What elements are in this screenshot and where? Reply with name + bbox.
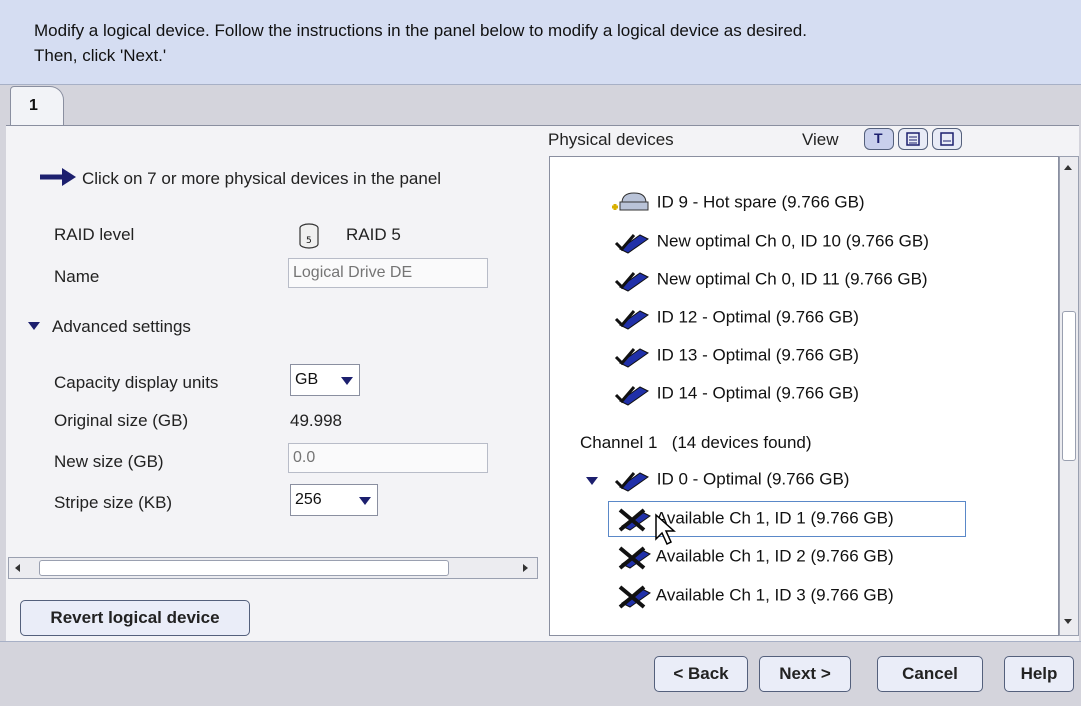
list-view-icon [906,132,920,146]
collapse-triangle-icon[interactable] [28,322,40,330]
revert-logical-device-button[interactable]: Revert logical device [20,600,250,636]
channel-device-count: (14 devices found) [671,433,812,452]
scroll-up-arrow-icon[interactable] [1064,165,1072,170]
new-size-label: New size (GB) [54,452,164,471]
capacity-units-select[interactable]: GB [290,364,360,396]
device-row[interactable]: Available Ch 1, ID 2 (9.766 GB) [616,544,894,570]
vertical-scroll-thumb[interactable] [1062,311,1076,461]
device-row[interactable]: ID 12 - Optimal (9.766 GB) [612,305,859,331]
hint-text: Click on 7 or more physical devices in t… [82,169,442,188]
view-detail-button[interactable] [932,128,962,150]
help-button[interactable]: Help [1004,656,1074,692]
device-label: ID 9 - Hot spare (9.766 GB) [656,192,865,212]
view-text-icon: T [874,130,883,146]
horizontal-scrollbar[interactable] [8,557,538,579]
optimal-drive-icon [614,310,649,330]
name-label: Name [54,267,100,286]
device-label: Available Ch 1, ID 2 (9.766 GB) [655,546,894,566]
device-row[interactable]: Available Ch 1, ID 3 (9.766 GB) [616,583,894,609]
logical-device-settings-panel: Click on 7 or more physical devices in t… [8,126,539,556]
device-label: New optimal Ch 0, ID 10 (9.766 GB) [656,231,929,251]
detail-view-icon [940,132,954,146]
device-label: ID 13 - Optimal (9.766 GB) [656,345,859,365]
physical-devices-title: Physical devices [548,130,674,149]
instruction-line-1: Modify a logical device. Follow the inst… [34,21,807,40]
stripe-size-value: 256 [295,491,322,508]
vertical-scrollbar[interactable] [1059,156,1079,636]
optimal-drive-icon [614,472,649,492]
back-button[interactable]: < Back [654,656,748,692]
channel-label: Channel 1 [580,433,658,452]
expand-triangle-icon[interactable] [586,477,598,485]
device-label: ID 12 - Optimal (9.766 GB) [656,307,859,327]
original-size-label: Original size (GB) [54,411,189,430]
instruction-text: Modify a logical device. Follow the inst… [34,18,1034,68]
available-drive-icon [618,546,651,570]
instruction-banner: Modify a logical device. Follow the inst… [0,0,1081,85]
hot-spare-icon [612,192,649,211]
tab-1[interactable]: 1 [10,86,64,127]
raid-level-label: RAID level [54,225,135,244]
device-row[interactable]: New optimal Ch 0, ID 10 (9.766 GB) [612,229,929,255]
chevron-down-icon [341,377,353,385]
mouse-cursor-icon [655,513,676,546]
optimal-drive-icon [614,386,649,406]
device-label: Available Ch 1, ID 3 (9.766 GB) [655,585,894,605]
name-field[interactable] [288,258,488,288]
view-text-button[interactable]: T [864,128,894,150]
device-row[interactable]: ID 0 - Optimal (9.766 GB) [612,467,849,493]
device-row[interactable]: New optimal Ch 0, ID 11 (9.766 GB) [612,267,928,293]
device-label: Available Ch 1, ID 1 (9.766 GB) [655,508,894,528]
raid-level-value: RAID 5 [346,225,401,244]
chevron-down-icon [359,497,371,505]
device-row[interactable]: ID 14 - Optimal (9.766 GB) [612,381,859,407]
optimal-drive-icon [614,272,649,292]
device-row[interactable]: ID 13 - Optimal (9.766 GB) [612,343,859,369]
device-row[interactable]: ID 9 - Hot spare (9.766 GB) [606,189,865,217]
device-label: New optimal Ch 0, ID 11 (9.766 GB) [656,269,928,289]
new-size-field[interactable] [288,443,488,473]
device-label: ID 14 - Optimal (9.766 GB) [656,383,859,403]
horizontal-scroll-thumb[interactable] [39,560,449,576]
advanced-settings-toggle[interactable]: Advanced settings [52,317,191,337]
scroll-down-arrow-icon[interactable] [1064,619,1072,624]
scroll-right-arrow-icon[interactable] [523,564,528,572]
physical-devices-header: Physical devices View T [548,126,1068,156]
tab-1-label: 1 [29,97,38,114]
next-button[interactable]: Next > [759,656,851,692]
available-drive-icon [618,508,651,532]
stripe-size-label: Stripe size (KB) [54,493,173,512]
original-size-value: 49.998 [290,411,342,430]
optimal-drive-icon [614,348,649,368]
capacity-units-value: GB [295,371,319,388]
tab-strip [0,85,1081,125]
available-drive-icon [618,585,651,609]
device-label: ID 0 - Optimal (9.766 GB) [656,469,850,489]
raid-disk-icon: 5 [299,223,319,249]
instruction-line-2: Then, click 'Next.' [34,46,167,65]
view-list-button[interactable] [898,128,928,150]
channel-header[interactable]: Channel 1 (14 devices found) [580,433,812,453]
cancel-button[interactable]: Cancel [877,656,983,692]
capacity-units-label: Capacity display units [54,373,219,392]
right-arrow-icon [40,168,76,186]
raid-icon-digit: 5 [306,236,312,246]
physical-devices-list[interactable]: ID 9 - Hot spare (9.766 GB) New optimal … [549,156,1059,636]
stripe-size-select[interactable]: 256 [290,484,378,516]
scroll-left-arrow-icon[interactable] [15,564,20,572]
optimal-drive-icon [614,234,649,254]
view-label: View [802,130,839,149]
